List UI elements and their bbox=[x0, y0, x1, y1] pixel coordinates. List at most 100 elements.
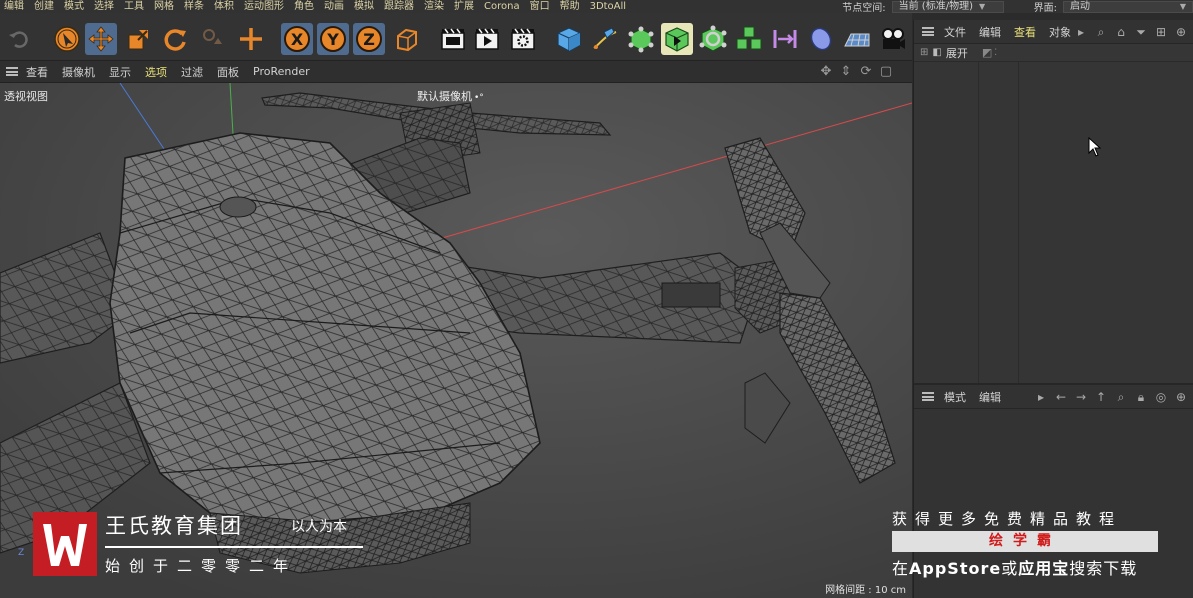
move-icon[interactable] bbox=[85, 23, 117, 55]
home-icon[interactable]: ⌂ bbox=[1113, 24, 1129, 40]
company-slogan: 以人为本 bbox=[291, 519, 347, 535]
coordinate-system-icon[interactable] bbox=[391, 23, 423, 55]
camera-label[interactable]: 默认摄像机 •° bbox=[417, 88, 484, 104]
expand-label[interactable]: 展开 bbox=[946, 45, 968, 61]
object-menu-file[interactable]: 文件 bbox=[944, 24, 966, 40]
generator-icon[interactable] bbox=[661, 23, 693, 55]
object-menu-edit[interactable]: 编辑 bbox=[979, 24, 1001, 40]
dolly-icon[interactable]: ⇕ bbox=[838, 64, 854, 80]
menu-animate[interactable]: 动画 bbox=[320, 0, 350, 13]
node-space-dropdown[interactable]: 当前 (标准/物理) ▼ bbox=[891, 0, 1004, 13]
object-manager-menu: 文件 编辑 查看 对象 ▸ ⌕ ⌂ ⏷ ⊞ ⊕ bbox=[914, 20, 1193, 44]
floor-icon[interactable] bbox=[841, 23, 873, 55]
node-space-value: 当前 (标准/物理) bbox=[898, 0, 973, 12]
y-axis-icon[interactable]: Y bbox=[317, 23, 349, 55]
orbit-icon[interactable]: ⟳ bbox=[858, 64, 874, 80]
field-icon[interactable] bbox=[805, 23, 837, 55]
viewport-menu-options[interactable]: 选项 bbox=[145, 64, 167, 80]
menu-mograph[interactable]: 运动图形 bbox=[240, 0, 290, 13]
render-view-icon[interactable] bbox=[437, 23, 469, 55]
attr-menu-edit[interactable]: 编辑 bbox=[979, 389, 1001, 405]
viewport-menu-filter[interactable]: 过滤 bbox=[181, 64, 203, 80]
render-queue-icon[interactable] bbox=[471, 23, 503, 55]
brand-watermark: 王氏教育集团 以人为本 始创于二零零二年 bbox=[33, 510, 373, 580]
forward-arrow-icon[interactable]: → bbox=[1073, 389, 1089, 405]
expand-tree-icon[interactable]: ⊞ bbox=[920, 47, 928, 58]
array-icon[interactable] bbox=[733, 23, 765, 55]
pen-icon[interactable] bbox=[589, 23, 621, 55]
menu-tools[interactable]: 工具 bbox=[120, 0, 150, 13]
promo-in: 在 bbox=[892, 559, 910, 578]
hamburger-icon[interactable] bbox=[6, 67, 18, 76]
grid-distance: 网格间距 : 10 cm bbox=[825, 585, 906, 596]
menu-select[interactable]: 选择 bbox=[90, 0, 120, 13]
menu-mode[interactable]: 模式 bbox=[60, 0, 90, 13]
menu-edit[interactable]: 编辑 bbox=[0, 0, 30, 13]
svg-text:X: X bbox=[291, 30, 304, 49]
add-icon[interactable]: ⊕ bbox=[1173, 24, 1189, 40]
object-menu-view[interactable]: 查看 bbox=[1014, 24, 1036, 40]
layer-icon[interactable]: ◧ bbox=[932, 47, 941, 58]
menu-window[interactable]: 窗口 bbox=[526, 0, 556, 13]
rotate-icon[interactable] bbox=[159, 23, 191, 55]
maximize-icon[interactable]: ▢ bbox=[878, 64, 894, 80]
subdivision-icon[interactable] bbox=[625, 23, 657, 55]
pan-icon[interactable]: ✥ bbox=[818, 64, 834, 80]
viewport-menu-prorender[interactable]: ProRender bbox=[253, 65, 310, 78]
brand-logo-icon bbox=[33, 512, 97, 576]
symmetry-icon[interactable] bbox=[769, 23, 801, 55]
lock-icon[interactable]: 🔒︎ bbox=[1133, 389, 1149, 405]
viewport-menu-panel[interactable]: 面板 bbox=[217, 64, 239, 80]
search-icon[interactable]: ⌕ bbox=[1093, 24, 1109, 40]
dots-icon[interactable]: ⁚ bbox=[994, 48, 997, 58]
more-arrow-icon[interactable]: ▸ bbox=[1033, 389, 1049, 405]
menu-extensions[interactable]: 扩展 bbox=[450, 0, 480, 13]
attr-menu-mode[interactable]: 模式 bbox=[944, 389, 966, 405]
z-axis-label: Z bbox=[18, 548, 25, 558]
menu-help[interactable]: 帮助 bbox=[556, 0, 586, 13]
menu-create[interactable]: 创建 bbox=[30, 0, 60, 13]
menu-render[interactable]: 渲染 bbox=[420, 0, 450, 13]
menu-3dtoall[interactable]: 3DtoAll bbox=[586, 0, 633, 13]
z-axis-icon[interactable]: Z bbox=[353, 23, 385, 55]
scale-icon[interactable] bbox=[123, 23, 155, 55]
cube-icon[interactable] bbox=[553, 23, 585, 55]
promo-line-3: 在AppStore或应用宝搜索下载 bbox=[892, 555, 1137, 579]
hamburger-icon[interactable] bbox=[922, 392, 934, 401]
more-arrow-icon[interactable]: ▸ bbox=[1073, 24, 1089, 40]
add-object-icon[interactable] bbox=[235, 23, 267, 55]
select-icon[interactable] bbox=[51, 23, 83, 55]
object-menu-objects[interactable]: 对象 bbox=[1049, 24, 1071, 40]
last-tool-icon[interactable] bbox=[197, 23, 229, 55]
menu-tracker[interactable]: 跟踪器 bbox=[380, 0, 420, 13]
menu-corona[interactable]: Corona bbox=[480, 0, 526, 13]
interface-dropdown[interactable]: 启动 ▼ bbox=[1063, 0, 1193, 13]
add-icon[interactable]: ⊕ bbox=[1173, 389, 1189, 405]
object-toolbar: ⊞ ◧ 展开 ◩ ⁚ bbox=[914, 44, 1193, 62]
object-list[interactable] bbox=[914, 62, 1193, 383]
menu-volume[interactable]: 体积 bbox=[210, 0, 240, 13]
new-window-icon[interactable]: ⊞ bbox=[1153, 24, 1169, 40]
menu-spline[interactable]: 样条 bbox=[180, 0, 210, 13]
target-icon[interactable]: ◎ bbox=[1153, 389, 1169, 405]
filter-icon[interactable]: ⏷ bbox=[1133, 24, 1149, 40]
viewport-menu-cameras[interactable]: 摄像机 bbox=[62, 64, 95, 80]
up-arrow-icon[interactable]: ↑ bbox=[1093, 389, 1109, 405]
attribute-manager-icons: ▸ ← → ↑ ⌕ 🔒︎ ◎ ⊕ bbox=[1033, 389, 1189, 405]
menu-mesh[interactable]: 网格 bbox=[150, 0, 180, 13]
viewport-menu-view[interactable]: 查看 bbox=[26, 64, 48, 80]
viewport-menu-display[interactable]: 显示 bbox=[109, 64, 131, 80]
undo-icon[interactable] bbox=[3, 23, 35, 55]
founded-text: 始创于二零零二年 bbox=[105, 557, 298, 575]
camera-icon[interactable] bbox=[877, 23, 909, 55]
search-icon[interactable]: ⌕ bbox=[1113, 389, 1129, 405]
hamburger-icon[interactable] bbox=[922, 27, 934, 36]
deformer-icon[interactable] bbox=[697, 23, 729, 55]
back-arrow-icon[interactable]: ← bbox=[1053, 389, 1069, 405]
chevron-down-icon: ▼ bbox=[1179, 1, 1186, 11]
tag-icon[interactable]: ◩ bbox=[982, 46, 992, 59]
render-settings-icon[interactable] bbox=[507, 23, 539, 55]
x-axis-icon[interactable]: X bbox=[281, 23, 313, 55]
menu-character[interactable]: 角色 bbox=[290, 0, 320, 13]
menu-simulate[interactable]: 模拟 bbox=[350, 0, 380, 13]
